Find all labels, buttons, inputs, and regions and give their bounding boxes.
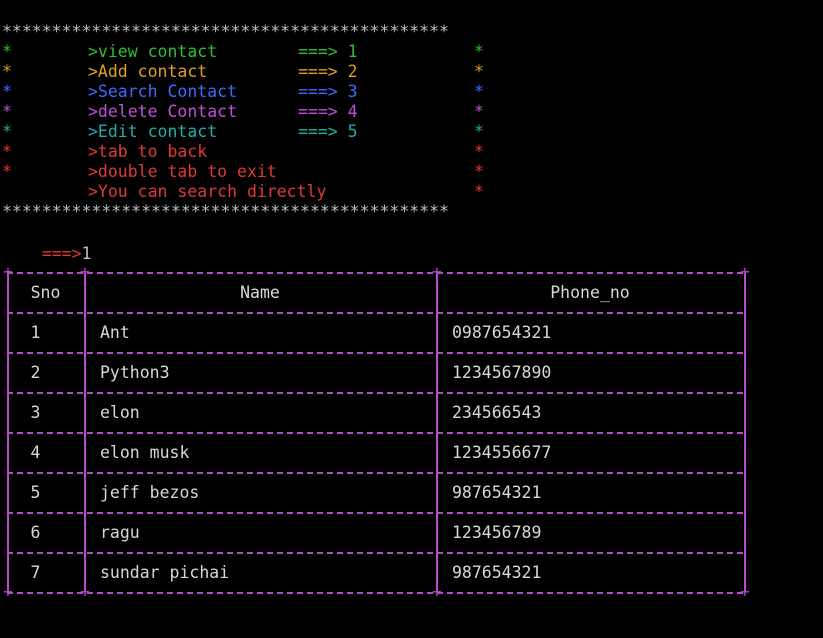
cell-phone: 1234556677 xyxy=(452,443,552,462)
menu-note-text: >You can search directly xyxy=(88,182,327,201)
row-separator xyxy=(7,472,743,474)
prompt-input[interactable]: 1 xyxy=(82,244,92,263)
menu-item-label: >Search Contact xyxy=(88,82,238,101)
banner-top-border: ****************************************… xyxy=(2,22,450,41)
banner-bottom-border: ****************************************… xyxy=(2,202,450,221)
cell-name: Python3 xyxy=(100,363,170,382)
banner-right-star: * xyxy=(474,122,484,141)
cell-phone: 1234567890 xyxy=(452,363,552,382)
column-separator xyxy=(436,273,438,592)
banner-left-star: * xyxy=(2,82,12,101)
cell-sno: 3 xyxy=(30,403,41,422)
column-header: Name xyxy=(240,283,280,302)
cell-name: jeff bezos xyxy=(100,483,200,502)
menu-item-label: >Add contact xyxy=(88,62,208,81)
cell-phone: 234566543 xyxy=(452,403,542,422)
column-header: Sno xyxy=(30,283,61,302)
menu-item-label: >delete Contact xyxy=(88,102,238,121)
column-header: Phone_no xyxy=(550,283,630,302)
table-corner: + xyxy=(432,582,442,601)
table-corner: + xyxy=(80,262,90,281)
menu-item-shortcut: ===> 5 xyxy=(298,122,358,141)
banner-right-star: * xyxy=(474,82,484,101)
menu-item-shortcut: ===> 4 xyxy=(298,102,358,121)
prompt-arrow: ===> xyxy=(41,244,82,263)
cell-sno: 6 xyxy=(30,523,41,542)
menu-item-label: >Edit contact xyxy=(88,122,218,141)
column-separator xyxy=(84,273,86,592)
menu-note-text: >double tab to exit xyxy=(88,162,277,181)
cell-phone: 987654321 xyxy=(452,563,542,582)
banner-right-star: * xyxy=(474,142,484,161)
row-separator xyxy=(7,312,743,314)
cell-sno: 5 xyxy=(30,483,41,502)
banner-left-star: * xyxy=(2,102,12,121)
row-separator xyxy=(7,552,743,554)
menu-item-label: >view contact xyxy=(88,42,218,61)
table-border xyxy=(7,592,743,594)
cell-name: elon xyxy=(100,403,140,422)
cell-name: sundar pichai xyxy=(100,563,230,582)
row-separator xyxy=(7,392,743,394)
terminal-window[interactable]: ****************************************… xyxy=(0,0,823,638)
cell-name: elon musk xyxy=(100,443,190,462)
banner-left-star: * xyxy=(2,62,12,81)
banner-left-star: * xyxy=(2,162,12,181)
cell-name: Ant xyxy=(100,323,130,342)
column-separator xyxy=(744,273,746,592)
row-separator xyxy=(7,432,743,434)
table-corner: + xyxy=(432,262,442,281)
menu-item-shortcut: ===> 1 xyxy=(298,42,358,61)
banner-left-star: * xyxy=(2,122,12,141)
menu-item-shortcut: ===> 3 xyxy=(298,82,358,101)
cell-phone: 987654321 xyxy=(452,483,542,502)
cell-sno: 4 xyxy=(30,443,41,462)
menu-item-shortcut: ===> 2 xyxy=(298,62,358,81)
cell-sno: 2 xyxy=(30,363,41,382)
banner-left-star: * xyxy=(2,42,12,61)
column-separator xyxy=(7,273,9,592)
table-corner: + xyxy=(3,262,13,281)
banner-right-star: * xyxy=(474,102,484,121)
row-separator xyxy=(7,512,743,514)
table-corner: + xyxy=(740,262,750,281)
menu-note-text: >tab to back xyxy=(88,142,208,161)
table-border xyxy=(7,272,743,274)
cell-phone: 0987654321 xyxy=(452,323,552,342)
cell-sno: 7 xyxy=(30,563,41,582)
banner-right-star: * xyxy=(474,182,484,201)
banner-right-star: * xyxy=(474,42,484,61)
table-corner: + xyxy=(740,582,750,601)
cell-sno: 1 xyxy=(30,323,41,342)
row-separator xyxy=(7,352,743,354)
banner-right-star: * xyxy=(474,62,484,81)
table-corner: + xyxy=(80,582,90,601)
banner-right-star: * xyxy=(474,162,484,181)
table-corner: + xyxy=(3,582,13,601)
contacts-table: + + + + + + + + Sno Name Phone_no 1 Ant 0987654321 2 Py… xyxy=(2,262,750,602)
cell-phone: 123456789 xyxy=(452,523,542,542)
command-prompt[interactable]: ===>1 xyxy=(2,224,92,263)
banner-left-star: * xyxy=(2,142,12,161)
cell-name: ragu xyxy=(100,523,140,542)
